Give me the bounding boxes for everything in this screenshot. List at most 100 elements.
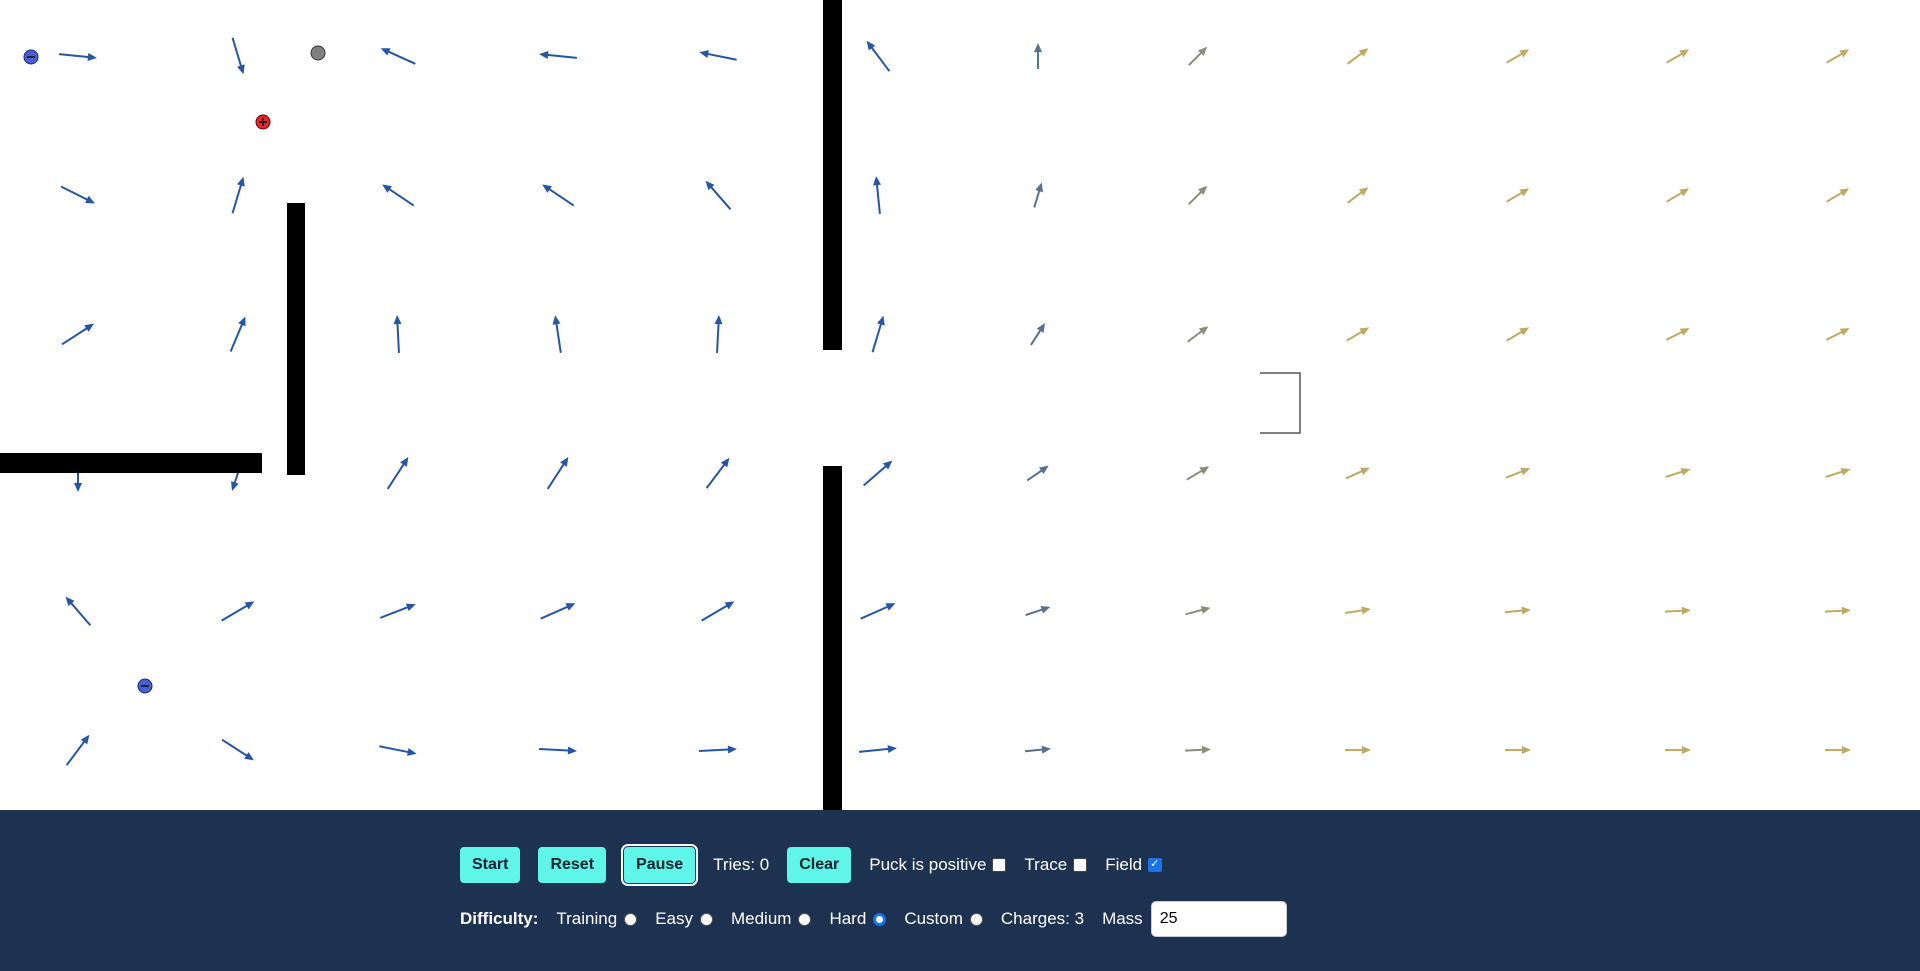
field-arrow-icon [1345,467,1370,480]
wall [0,453,262,473]
difficulty-option-label: Training [556,909,618,928]
puck-positive-label: Puck is positive [869,855,987,874]
field-label: Field [1105,855,1143,874]
field-arrow-icon [546,457,569,490]
medium-radio[interactable] [798,912,812,926]
field-arrow-icon [1505,746,1531,754]
field-arrow-icon [705,180,732,210]
trace-toggle[interactable]: Trace [1024,855,1088,875]
trace-label: Trace [1024,855,1068,874]
field-toggle[interactable]: Field [1105,855,1163,875]
puck-positive-checkbox[interactable] [992,858,1007,872]
difficulty-option-label: Easy [655,909,693,928]
field-canvas[interactable] [0,0,1920,810]
field-arrow-icon [1346,187,1369,204]
playing-field[interactable] [0,0,1920,810]
field-arrow-icon [860,603,896,620]
training-radio[interactable] [624,912,638,926]
positive-charge-icon[interactable] [255,114,271,130]
field-arrow-icon [862,460,893,487]
easy-radio[interactable] [699,912,713,926]
field-arrow-icon [1344,606,1371,615]
field-arrow-icon [1506,327,1530,342]
difficulty-option-easy[interactable]: Easy [655,909,713,929]
start-button[interactable]: Start [460,847,521,883]
difficulty-option-label: Custom [904,909,963,928]
field-arrow-icon [65,734,90,766]
field-arrow-icon [1826,188,1850,203]
trace-checkbox[interactable] [1073,858,1088,872]
field-arrow-icon [873,176,881,215]
field-arrow-icon [61,323,94,346]
difficulty-label: Difficulty: [460,909,539,928]
field-arrow-icon [1506,49,1530,64]
field-arrow-icon [1505,467,1531,479]
field-arrow-icon [540,603,576,620]
field-arrow-icon [1345,746,1371,754]
field-checkbox[interactable] [1148,857,1163,872]
field-arrow-icon [1825,467,1851,478]
field-arrow-icon [1665,746,1691,754]
field-arrow-icon [705,457,730,489]
difficulty-option-training[interactable]: Training [556,909,638,929]
difficulty-option-medium[interactable]: Medium [730,909,812,929]
field-arrow-icon [1184,745,1211,754]
field-arrow-icon [1826,49,1850,64]
field-arrow-icon [60,185,95,204]
field-arrows [58,37,1851,766]
puck-icon[interactable] [310,45,326,61]
field-arrow-icon [539,51,578,59]
field-arrow-icon [393,315,402,354]
wall [823,466,842,810]
field-arrow-icon [538,746,577,755]
field-arrow-icon [1825,746,1851,754]
puck-positive-toggle[interactable]: Puck is positive [869,855,1007,875]
difficulty-option-label: Medium [730,909,792,928]
field-arrow-icon [65,596,92,627]
field-arrow-icon [1024,745,1051,754]
field-arrow-icon [1034,43,1042,69]
field-arrow-icon [1825,328,1850,341]
field-arrow-icon [58,53,97,61]
field-arrow-icon [1188,46,1208,66]
controls-row: Start Reset Pause Tries: 0 Clear Puck is… [460,844,1163,886]
field-arrow-icon [714,315,723,354]
tries-counter: Tries: 0 [713,855,770,874]
field-arrow-icon [221,738,254,761]
field-arrow-icon [221,601,255,622]
field-arrow-icon [1185,606,1211,616]
hard-radio[interactable] [873,912,887,926]
negative-charge-icon[interactable] [137,678,153,694]
custom-radio[interactable] [969,912,983,926]
difficulty-option-hard[interactable]: Hard [829,909,887,929]
field-arrow-icon [1506,188,1530,203]
field-arrow-icon [1824,606,1851,615]
goal-bracket [1260,372,1301,434]
field-arrow-icon [1346,48,1369,65]
field-arrow-icon [1033,182,1043,208]
field-arrow-icon [229,316,246,352]
charges-count: Charges: 3 [1000,909,1085,928]
difficulty-row: Difficulty: Training Easy Medium Hard Cu… [460,900,1287,938]
field-arrow-icon [1664,606,1691,615]
field-arrow-icon [1665,328,1690,341]
negative-charge-icon[interactable] [23,49,39,65]
field-arrow-icon [1186,466,1210,481]
field-arrow-icon [1188,185,1208,205]
field-arrow-icon [386,457,409,490]
difficulty-option-label: Hard [829,909,867,928]
mass-label: Mass [1102,909,1143,928]
field-arrow-icon [379,745,417,756]
control-toolbar: Start Reset Pause Tries: 0 Clear Puck is… [0,810,1920,971]
difficulty-option-custom[interactable]: Custom [904,909,983,929]
clear-button[interactable]: Clear [787,847,852,883]
field-arrow-icon [542,184,575,207]
field-arrow-icon [231,176,245,214]
field-arrow-icon [871,315,885,353]
reset-button[interactable]: Reset [538,847,607,883]
field-arrow-icon [1665,467,1691,478]
pause-button[interactable]: Pause [621,844,699,886]
field-arrow-icon [1026,465,1049,482]
mass-input[interactable] [1150,901,1287,937]
field-arrow-icon [699,50,737,61]
